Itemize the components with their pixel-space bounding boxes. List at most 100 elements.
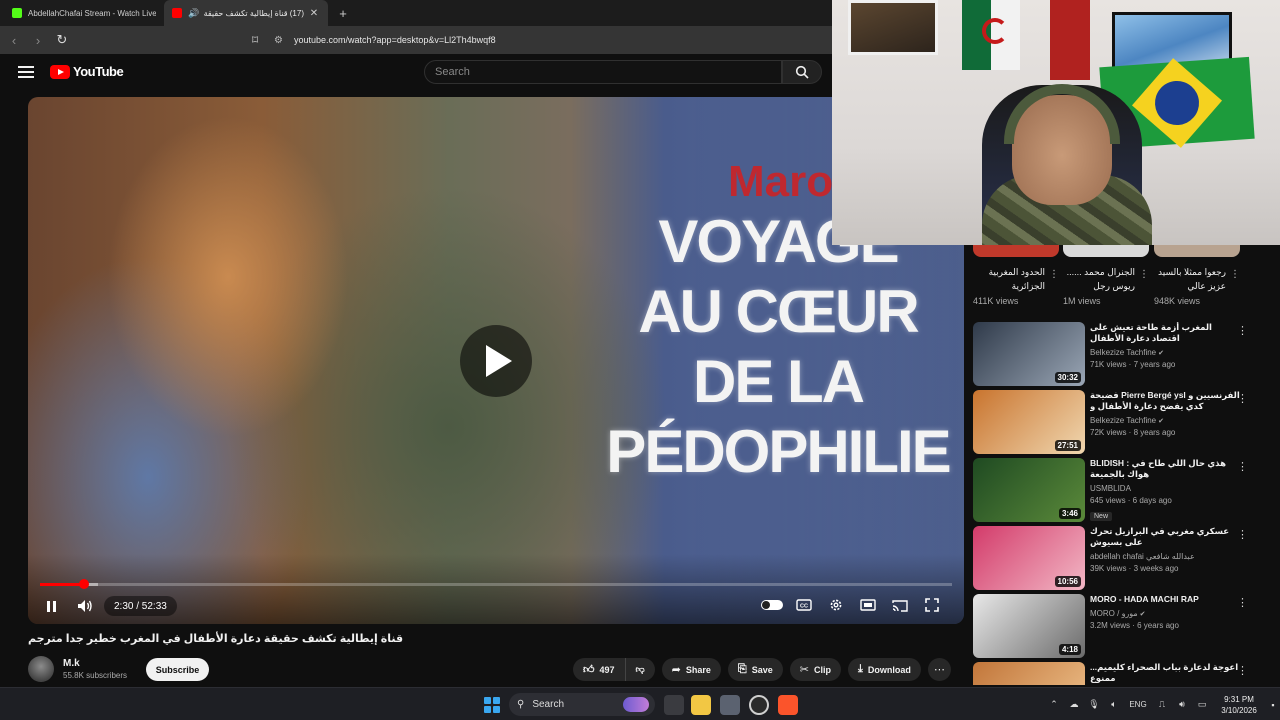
short-item[interactable]: رجعوا ممثلا بالسيد عزيز عالي ⋮ 948K view… [1154,245,1240,306]
captions-button[interactable]: CC [788,594,820,616]
obs-app-icon[interactable] [749,695,769,715]
new-tab-button[interactable]: + [332,2,354,24]
related-video-title[interactable]: فضيحة Pierre Bergé ysl الفرنسيين و كدي ي… [1090,390,1240,412]
fullscreen-button[interactable] [916,594,948,616]
video-player[interactable]: Maro VOYAGE AU CŒUR DE LA PÉDOPHILIE 2:3… [28,97,964,624]
autoplay-toggle[interactable] [756,594,788,616]
miniplayer-button[interactable] [852,594,884,616]
site-settings-icon[interactable]: ⚙ [274,35,294,46]
notification-icon[interactable]: ▪ [1266,700,1280,710]
video-actions: 👍︎ 497 👎︎ ➦ Share ⎘ Save ✂ Clip ⤓ Download ⋯ [573,658,951,681]
task-view-icon[interactable] [664,695,684,715]
video-overlay-red-text: Maro [728,157,834,206]
short-item[interactable]: الجنرال محمد ...... ريوس رجل ⋮ 1M views [1063,245,1149,306]
related-video-title[interactable]: MORO - HADA MACHI RAP [1090,594,1240,605]
video-thumbnail[interactable]: 10:56 [973,526,1085,590]
speaker-tray-icon[interactable]: 🔊︎ [1172,699,1192,710]
related-video-item[interactable]: 30:32 المغرب أزمة طاحة تعيش على اقتصاد دع… [973,322,1273,386]
related-video-title[interactable]: المغرب أزمة طاحة تعيش على اقتصاد دعارة ا… [1090,322,1240,344]
pause-button[interactable] [42,596,60,616]
related-video-channel[interactable]: Belkezize Tachfine ✔ [1090,348,1240,357]
video-thumbnail[interactable]: 27:51 [973,390,1085,454]
channel-avatar[interactable] [28,656,54,682]
play-button[interactable] [460,325,532,397]
back-arrow-icon[interactable]: ‹ [4,30,24,50]
short-thumbnail[interactable] [973,245,1059,257]
save-button[interactable]: ⎘ Save [727,658,783,681]
related-video-meta: 71K views · 7 years ago [1090,360,1176,369]
bookmark-icon[interactable]: ⌑ [252,33,274,47]
related-video-item[interactable]: 10:56 عسكري مغربي في البرازيل تحرك على بس… [973,526,1273,590]
forward-arrow-icon[interactable]: › [28,30,48,50]
taskbar-search[interactable]: ⚲ Search [509,693,655,716]
more-options-icon[interactable]: ⋮ [1237,596,1248,609]
related-video-channel[interactable]: Belkezize Tachfine ✔ [1090,416,1240,425]
clock[interactable]: 9:31 PM 3/10/2026 [1212,694,1266,716]
camera-app-icon[interactable] [720,695,740,715]
progress-bar[interactable] [40,579,952,589]
video-thumbnail[interactable]: 4:18 [973,594,1085,658]
short-item[interactable]: الحدود المغربية الجزائرية ⋮ 411K views [973,245,1059,306]
volume-tray-icon[interactable]: 🔈︎ [1104,699,1124,710]
short-thumbnail[interactable] [1154,245,1240,257]
youtube-logo[interactable]: YouTube [50,64,124,79]
related-video-item[interactable]: اعوجة لدعارة بباب الصحراء كليميم... ممنو… [973,662,1273,685]
gear-icon [830,599,842,611]
more-options-icon[interactable]: ⋮ [1230,269,1240,280]
more-actions-button[interactable]: ⋯ [927,658,951,681]
verified-check-icon: ✔ [1156,418,1164,425]
short-thumbnail[interactable] [1063,245,1149,257]
network-icon[interactable]: ⎍ [1152,699,1172,710]
related-video-title[interactable]: BLIDISH : هذي حال اللي طاح في هواك بالجم… [1090,458,1240,480]
video-thumbnail[interactable]: 30:32 [973,322,1085,386]
dislike-button[interactable]: 👎︎ [626,658,655,681]
windows-start-icon[interactable] [484,697,500,713]
channel-name[interactable]: M.k [63,658,127,669]
more-options-icon[interactable]: ⋮ [1237,324,1248,337]
more-options-icon[interactable]: ⋮ [1237,460,1248,473]
more-options-icon[interactable]: ⋮ [1049,269,1059,280]
file-explorer-icon[interactable] [691,695,711,715]
settings-button[interactable] [820,594,852,616]
close-tab-icon[interactable]: ✕ [308,8,320,19]
related-video-item[interactable]: 27:51 فضيحة Pierre Bergé ysl الفرنسيين و … [973,390,1273,454]
search-input[interactable]: Search [424,60,782,84]
hamburger-menu-icon[interactable] [18,66,34,78]
more-options-icon[interactable]: ⋮ [1237,528,1248,541]
more-options-icon[interactable]: ⋮ [1237,664,1248,677]
tab-youtube-video[interactable]: 🔊 (17) قناة إيطالية تكشف حقيقة ✕ [164,0,328,26]
channel-info[interactable]: M.k 55.8K subscribers [28,656,127,682]
related-video-channel[interactable]: MORO / مورو ✔ [1090,609,1240,618]
address-bar[interactable]: ⌑ ⚙ youtube.com/watch?app=desktop&v=Ll2T… [252,29,832,51]
cloud-icon[interactable]: ☁ [1064,699,1084,710]
duration-badge: 3:46 [1058,508,1081,519]
subscribe-button[interactable]: Subscribe [146,658,209,681]
reload-icon[interactable]: ↻ [52,30,72,50]
related-video-item[interactable]: 3:46 BLIDISH : هذي حال اللي طاح في هواك ب… [973,458,1273,522]
language-indicator[interactable]: ENG [1124,700,1152,709]
tab-abdellahchafai-stream[interactable]: AbdellahChafai Stream - Watch Live : [4,0,164,26]
more-options-icon[interactable]: ⋮ [1139,269,1149,280]
video-thumbnail[interactable] [973,662,1085,685]
related-video-channel[interactable]: USMBLIDA [1090,484,1240,493]
related-video-title[interactable]: عسكري مغربي في البرازيل تحرك على بسيوش [1090,526,1240,548]
volume-button[interactable] [74,596,96,616]
speaker-icon[interactable]: 🔊 [188,8,199,19]
video-thumbnail[interactable]: 3:46 [973,458,1085,522]
battery-icon[interactable]: ▭ [1192,699,1212,710]
microphone-icon[interactable]: 🎙︎ [1084,699,1104,710]
search-button[interactable] [782,60,822,84]
chevron-up-icon[interactable]: ⌃ [1044,699,1064,710]
scrubber-handle[interactable] [78,579,89,589]
download-button[interactable]: ⤓ Download [847,658,921,681]
related-video-channel[interactable]: abdellah chafai عبدالله شافعي [1090,552,1240,561]
more-options-icon[interactable]: ⋮ [1237,392,1248,405]
cast-button[interactable] [884,594,916,616]
like-button[interactable]: 👍︎ 497 [573,658,626,681]
clip-button[interactable]: ✂ Clip [789,658,841,681]
share-button[interactable]: ➦ Share [661,658,721,681]
related-video-item[interactable]: 4:18 MORO - HADA MACHI RAP MORO / مورو ✔ 3.… [973,594,1273,658]
related-video-title[interactable]: اعوجة لدعارة بباب الصحراء كليميم... ممنو… [1090,662,1240,684]
clock-date: 3/10/2026 [1221,705,1257,715]
brave-browser-icon[interactable] [778,695,798,715]
